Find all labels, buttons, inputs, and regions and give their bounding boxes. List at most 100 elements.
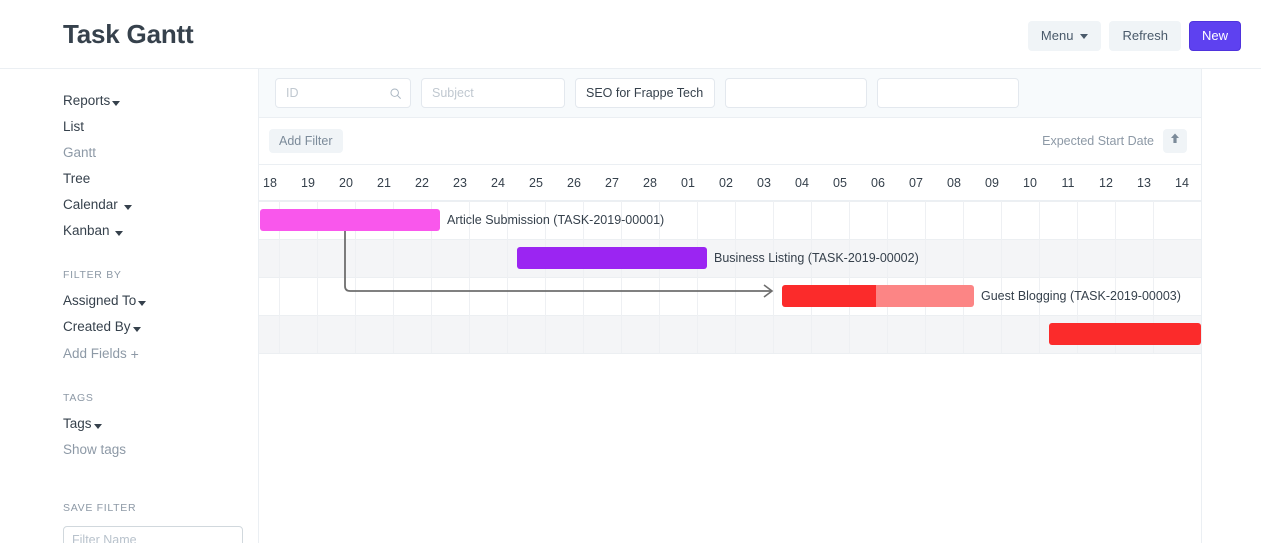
sidebar-item-list[interactable]: List xyxy=(0,119,258,135)
gantt-chart[interactable]: 1819202122232425262728010203040506070809… xyxy=(259,165,1201,541)
blank-input-1[interactable] xyxy=(734,79,858,107)
gantt-rows: Article Submission (TASK-2019-00001) Busi… xyxy=(259,201,1201,541)
project-filter-field[interactable] xyxy=(575,78,715,108)
subject-filter-field[interactable] xyxy=(421,78,565,108)
gantt-date-tick: 03 xyxy=(745,176,783,190)
blank-filter-field-1[interactable] xyxy=(725,78,867,108)
search-icon xyxy=(389,87,402,103)
chevron-down-icon xyxy=(133,327,141,332)
id-filter-field[interactable] xyxy=(275,78,411,108)
gantt-date-tick: 05 xyxy=(821,176,859,190)
new-button[interactable]: New xyxy=(1189,21,1241,51)
sort-ascending-button[interactable] xyxy=(1163,129,1187,153)
gantt-date-tick: 04 xyxy=(783,176,821,190)
sidebar-item-label: Tags xyxy=(63,416,92,431)
chevron-down-icon xyxy=(94,424,102,429)
project-input[interactable] xyxy=(584,79,706,107)
sidebar-item-label: Calendar xyxy=(63,197,118,212)
gantt-date-tick: 23 xyxy=(441,176,479,190)
sidebar-gap xyxy=(0,249,258,269)
arrow-up-icon xyxy=(1169,132,1181,150)
gantt-bar-progress xyxy=(782,285,876,307)
sidebar-item-label: Show tags xyxy=(63,442,126,457)
gantt-date-tick: 19 xyxy=(289,176,327,190)
main-content: Add Filter Expected Start Date 181920212… xyxy=(258,69,1202,543)
gantt-date-tick: 02 xyxy=(707,176,745,190)
chevron-down-icon xyxy=(112,101,120,106)
sort-field-label[interactable]: Expected Start Date xyxy=(1042,134,1154,148)
sidebar: Reports List Gantt Tree Calendar Kanban … xyxy=(0,69,258,543)
filter-bar xyxy=(259,69,1201,118)
sidebar-item-tree[interactable]: Tree xyxy=(0,171,258,187)
sidebar-item-label: Created By xyxy=(63,319,131,334)
chevron-down-icon xyxy=(138,301,146,306)
sidebar-item-label: Gantt xyxy=(63,145,96,160)
sidebar-gap xyxy=(0,372,258,392)
sidebar-item-show-tags[interactable]: Show tags xyxy=(0,442,258,458)
sort-control: Expected Start Date xyxy=(1042,129,1187,153)
gantt-bar[interactable] xyxy=(260,209,440,231)
gantt-date-tick: 14 xyxy=(1163,176,1201,190)
gantt-bar[interactable] xyxy=(1049,323,1201,345)
sidebar-item-calendar[interactable]: Calendar xyxy=(0,197,258,213)
new-button-label: New xyxy=(1202,28,1228,44)
filter-name-input[interactable] xyxy=(63,526,243,543)
gantt-date-tick: 24 xyxy=(479,176,517,190)
gantt-date-tick: 12 xyxy=(1087,176,1125,190)
gantt-date-tick: 18 xyxy=(259,176,289,190)
sidebar-item-gantt[interactable]: Gantt xyxy=(0,145,258,161)
gantt-date-tick: 25 xyxy=(517,176,555,190)
sidebar-item-label: Add Fields xyxy=(63,346,127,361)
gantt-date-tick: 06 xyxy=(859,176,897,190)
sidebar-item-label: Reports xyxy=(63,93,110,108)
sidebar-item-label: Tree xyxy=(63,171,90,186)
gantt-date-tick: 11 xyxy=(1049,176,1087,190)
gantt-bar[interactable] xyxy=(782,285,974,307)
gantt-date-tick: 07 xyxy=(897,176,935,190)
chevron-down-icon xyxy=(1080,34,1088,39)
blank-input-2[interactable] xyxy=(886,79,1010,107)
gantt-date-tick: 09 xyxy=(973,176,1011,190)
sidebar-item-label: Kanban xyxy=(63,223,110,238)
right-gutter xyxy=(1203,69,1261,543)
gantt-date-tick: 01 xyxy=(669,176,707,190)
add-filter-button[interactable]: Add Filter xyxy=(269,129,343,153)
gantt-date-tick: 08 xyxy=(935,176,973,190)
gantt-date-tick: 22 xyxy=(403,176,441,190)
sidebar-item-tags[interactable]: Tags xyxy=(0,416,258,432)
gantt-date-tick: 21 xyxy=(365,176,403,190)
menu-button[interactable]: Menu xyxy=(1028,21,1102,51)
plus-icon: + xyxy=(131,346,139,362)
gantt-date-tick: 10 xyxy=(1011,176,1049,190)
gantt-date-tick: 27 xyxy=(593,176,631,190)
sidebar-item-created-by[interactable]: Created By xyxy=(0,319,258,335)
gantt-date-axis: 1819202122232425262728010203040506070809… xyxy=(259,165,1201,201)
page-title: Task Gantt xyxy=(63,19,193,50)
sidebar-item-assigned-to[interactable]: Assigned To xyxy=(0,293,258,309)
sidebar-gap xyxy=(0,488,258,502)
chevron-down-icon xyxy=(115,231,123,236)
sidebar-item-label: List xyxy=(63,119,84,134)
subject-input[interactable] xyxy=(430,79,556,107)
search-input[interactable] xyxy=(284,79,402,107)
sidebar-gap xyxy=(0,468,258,488)
gantt-bar-label: Guest Blogging (TASK-2019-00003) xyxy=(981,285,1181,307)
gantt-bar-label: Business Listing (TASK-2019-00002) xyxy=(714,247,919,269)
gantt-date-tick: 13 xyxy=(1125,176,1163,190)
sidebar-item-add-fields[interactable]: Add Fields + xyxy=(0,345,258,362)
gantt-bar[interactable] xyxy=(517,247,707,269)
refresh-button-label: Refresh xyxy=(1122,28,1168,44)
navbar-actions: Menu Refresh New xyxy=(1028,21,1241,51)
gantt-date-tick: 28 xyxy=(631,176,669,190)
sidebar-item-reports[interactable]: Reports xyxy=(0,93,258,109)
sidebar-item-kanban[interactable]: Kanban xyxy=(0,223,258,239)
sidebar-heading-tags: TAGS xyxy=(0,392,258,404)
sidebar-heading-filter-by: FILTER BY xyxy=(0,269,258,281)
menu-button-label: Menu xyxy=(1041,28,1074,44)
sidebar-item-label: Assigned To xyxy=(63,293,136,308)
gantt-date-tick: 26 xyxy=(555,176,593,190)
app-root: Task Gantt Menu Refresh New Reports List… xyxy=(0,0,1261,543)
blank-filter-field-2[interactable] xyxy=(877,78,1019,108)
refresh-button[interactable]: Refresh xyxy=(1109,21,1181,51)
gantt-bar-label: Article Submission (TASK-2019-00001) xyxy=(447,209,664,231)
